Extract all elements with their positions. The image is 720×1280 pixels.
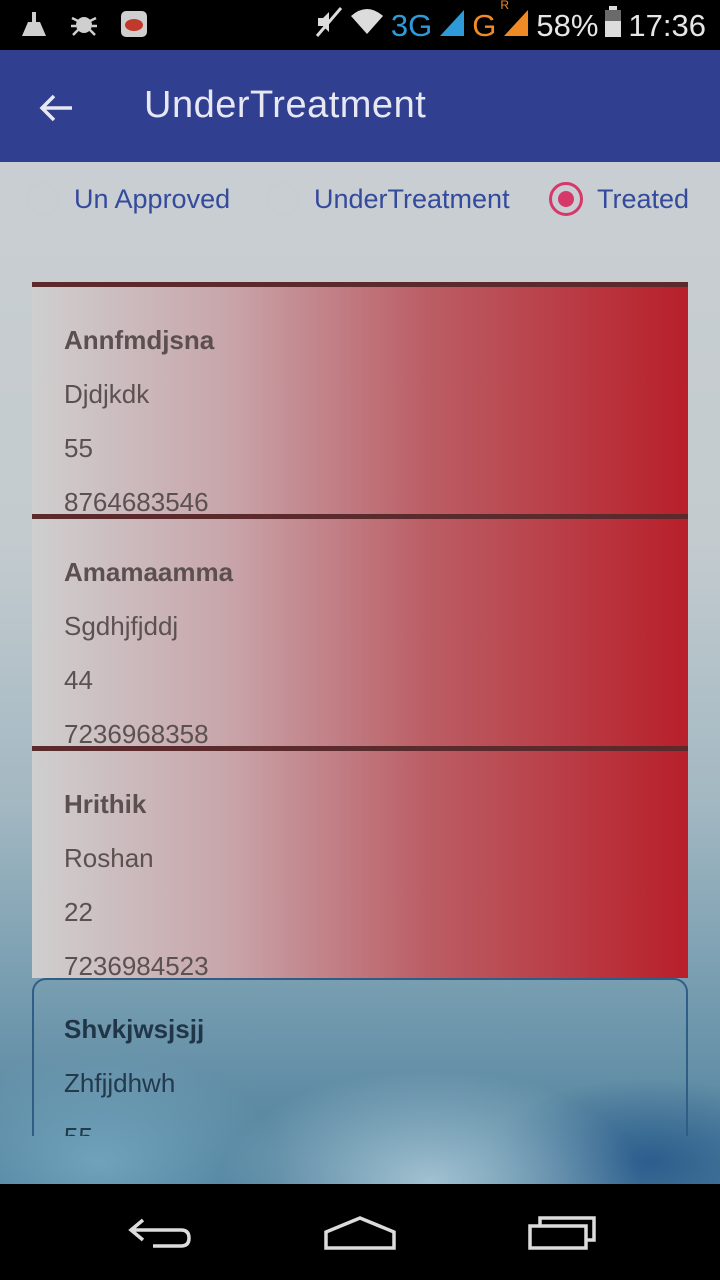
radio-label: UnderTreatment	[314, 183, 510, 214]
roaming-label: R	[500, 0, 510, 12]
patient-age: 44	[64, 665, 93, 695]
recents-icon	[528, 1216, 596, 1250]
bug-icon	[68, 8, 100, 40]
patient-age: 55	[64, 433, 93, 463]
status-filter-radio-group: Un Approved UnderTreatment Treated	[0, 162, 720, 248]
patient-surname: Djdjkdk	[64, 379, 150, 409]
battery-icon	[604, 6, 622, 46]
navigation-bar	[0, 1184, 720, 1280]
page-title: UnderTreatment	[144, 84, 427, 126]
home-icon	[324, 1216, 396, 1250]
content-area: Un Approved UnderTreatment Treated Annfm…	[0, 162, 720, 1184]
nav-back-button[interactable]	[115, 1204, 205, 1260]
cleaner-icon	[18, 8, 50, 40]
wifi-icon	[349, 6, 385, 46]
nav-home-button[interactable]	[315, 1204, 405, 1260]
patient-name: Shvkjwsjsjj	[64, 1014, 205, 1044]
back-button[interactable]	[34, 86, 78, 130]
patient-card[interactable]: Amamaamma Sgdhjfjddj 44 7236968358	[32, 514, 688, 749]
patient-name: Annfmdjsna	[64, 325, 215, 355]
radio-un-approved[interactable]: Un Approved	[26, 182, 230, 216]
patient-age: 55	[64, 1122, 93, 1136]
patient-card[interactable]: Annfmdjsna Djdjkdk 55 8764683546	[32, 282, 688, 517]
patient-surname: Roshan	[64, 843, 154, 873]
radio-under-treatment[interactable]: UnderTreatment	[266, 182, 510, 216]
radio-label: Un Approved	[74, 183, 231, 214]
battery-percent: 58%	[536, 8, 599, 43]
mute-icon	[315, 6, 343, 46]
nav-recents-button[interactable]	[517, 1204, 607, 1260]
signal-roaming-icon: R	[500, 0, 530, 46]
radio-checked-icon	[549, 182, 583, 216]
patient-age: 22	[64, 897, 93, 927]
back-arrow-icon	[128, 1218, 191, 1248]
arrow-left-icon	[39, 94, 72, 122]
patient-card[interactable]: Hrithik Roshan 22 7236984523	[32, 746, 688, 981]
network-g-label: G	[472, 8, 497, 43]
radio-circle-icon	[26, 182, 60, 216]
patient-surname: Sgdhjfjddj	[64, 611, 179, 641]
network-3g-label: 3G	[390, 8, 433, 43]
patient-name: Hrithik	[64, 789, 147, 819]
radio-label: Treated	[597, 183, 690, 214]
signal-icon	[438, 6, 466, 46]
app-bar: UnderTreatment	[0, 50, 720, 162]
status-bar: 3G G R 58% 17:36	[0, 0, 720, 50]
clock: 17:36	[628, 8, 706, 43]
patient-card[interactable]: Shvkjwsjsjj Zhfjjdhwh 55	[32, 978, 688, 1136]
patient-name: Amamaamma	[64, 557, 234, 587]
radio-treated[interactable]: Treated	[549, 182, 689, 216]
game-icon	[118, 8, 150, 40]
patient-surname: Zhfjjdhwh	[64, 1068, 176, 1098]
radio-circle-icon	[266, 182, 300, 216]
